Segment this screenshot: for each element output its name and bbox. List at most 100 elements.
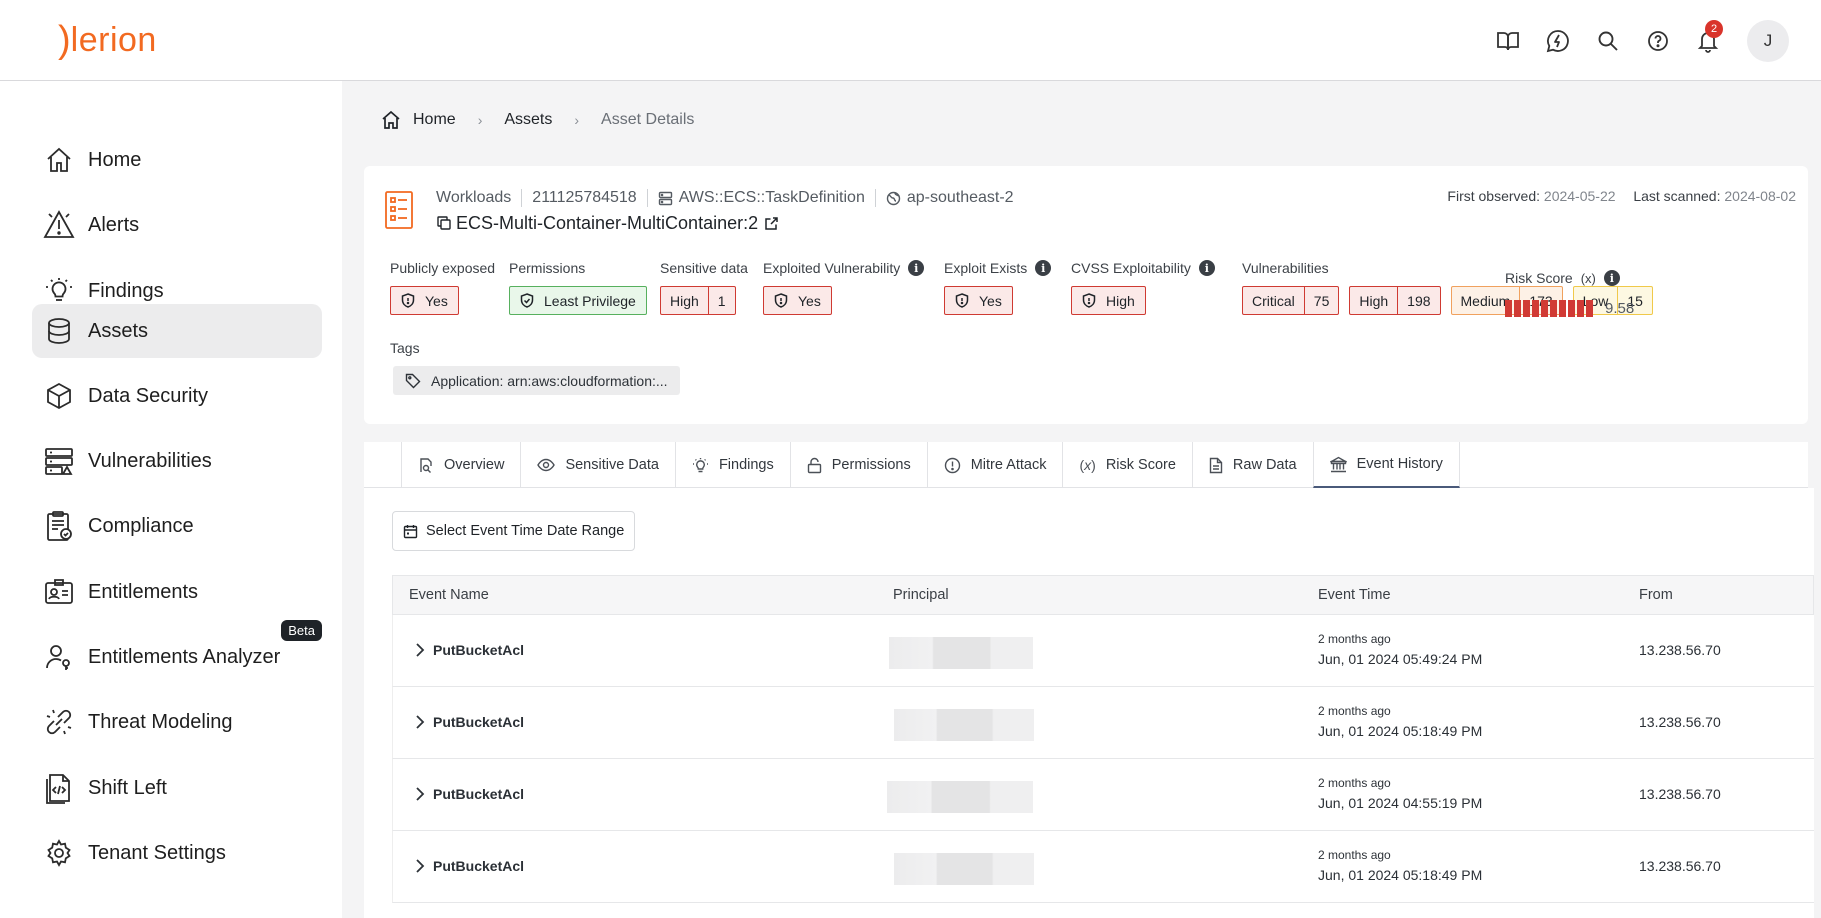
tab-label: Mitre Attack: [970, 457, 1047, 473]
sidebar-item-compliance[interactable]: Compliance: [32, 499, 322, 553]
date-range-button[interactable]: Select Event Time Date Range: [392, 511, 636, 551]
table-row[interactable]: PutBucketAcl 2 months ago Jun, 01 2024 0…: [392, 687, 1814, 759]
info-icon[interactable]: i: [1035, 260, 1052, 276]
tab-label: Findings: [718, 457, 774, 473]
breadcrumb: Home › Assets › Asset Details: [381, 108, 694, 132]
search-icon[interactable]: [1583, 18, 1633, 64]
formula-icon[interactable]: (x): [1581, 271, 1596, 286]
home-icon: [42, 143, 76, 177]
external-link-icon[interactable]: [764, 216, 779, 231]
event-name: PutBucketAcl: [433, 642, 525, 658]
source-ip: 13.238.56.70: [1639, 714, 1721, 730]
tag-chip[interactable]: Application: arn:aws:cloudformation:...: [393, 366, 680, 395]
docs-book-icon[interactable]: [1483, 18, 1533, 64]
chevron-right-icon[interactable]: [415, 643, 425, 662]
id-card-icon: [42, 575, 76, 609]
sidebar-item-home[interactable]: Home: [32, 133, 322, 187]
risk-segment: [1559, 300, 1566, 317]
tab-overview[interactable]: Overview: [401, 442, 520, 488]
asset-summary-card: Workloads 211125784518 AWS::ECS::TaskDef…: [364, 166, 1808, 424]
first-observed-value: 2024-05-22: [1543, 188, 1616, 204]
server-icon: [42, 444, 76, 478]
tab-mitre-attack[interactable]: Mitre Attack: [926, 442, 1063, 488]
event-time-relative: 2 months ago: [1318, 848, 1391, 862]
risk-segment: [1505, 300, 1512, 317]
severity-count: 75: [1303, 287, 1339, 314]
table-row[interactable]: PutBucketAcl 2 months ago Jun, 01 2024 0…: [392, 615, 1814, 687]
plerion-logo[interactable]: ) lerion: [58, 20, 157, 60]
last-scanned-value: 2024-08-02: [1724, 188, 1796, 204]
sidebar-item-alerts[interactable]: Alerts: [32, 198, 322, 252]
risk-segment: [1577, 300, 1584, 317]
sidebar-item-vulnerabilities[interactable]: Vulnerabilities: [32, 434, 322, 488]
facet-label: Permissions: [509, 260, 586, 276]
help-icon[interactable]: [1633, 18, 1683, 64]
source-ip: 13.238.56.70: [1639, 858, 1721, 874]
tab-label: Event History: [1356, 456, 1443, 472]
info-icon[interactable]: i: [1198, 260, 1215, 276]
event-time-absolute: Jun, 01 2024 05:18:49 PM: [1318, 723, 1483, 739]
cube-icon: [42, 379, 76, 413]
sensitive-data-level: High: [670, 292, 699, 309]
sidebar-item-shift-left[interactable]: Shift Left: [32, 761, 322, 815]
sidebar-item-data-security[interactable]: Data Security: [32, 369, 322, 423]
alert-icon: [42, 208, 76, 242]
chevron-right-icon[interactable]: [415, 859, 425, 878]
tab-sensitive-data[interactable]: Sensitive Data: [520, 442, 675, 488]
sidebar-item-tenant-settings[interactable]: Tenant Settings: [32, 826, 322, 880]
sidebar-item-label: Findings: [88, 279, 164, 302]
column-header-event-name[interactable]: Event Name: [409, 587, 489, 603]
home-icon[interactable]: [381, 110, 401, 130]
breadcrumb-home[interactable]: Home: [413, 111, 456, 129]
facet-label-text: CVSS Exploitability: [1071, 260, 1191, 276]
facet-sensitive-data: Sensitive data High 1: [660, 258, 748, 315]
chevron-right-icon[interactable]: [415, 715, 425, 734]
column-header-event-time[interactable]: Event Time: [1318, 587, 1391, 603]
chevron-right-icon: ›: [574, 112, 580, 128]
vuln-high-badge[interactable]: High 198: [1349, 286, 1441, 315]
event-name: PutBucketAcl: [433, 858, 525, 874]
notifications-bell-icon[interactable]: 2: [1683, 18, 1733, 64]
chevron-right-icon[interactable]: [415, 787, 425, 806]
table-row[interactable]: PutBucketAcl 2 months ago Jun, 01 2024 0…: [392, 831, 1814, 903]
sidebar-item-threat-modeling[interactable]: Threat Modeling: [32, 695, 322, 749]
risk-segment: [1586, 300, 1593, 317]
shield-icon: [1082, 293, 1096, 308]
sidebar-item-label: Data Security: [88, 384, 209, 407]
facet-label-text: Exploit Exists: [944, 260, 1028, 276]
sidebar-item-entitlements[interactable]: Entitlements: [32, 565, 322, 619]
bank-icon: [1329, 456, 1347, 473]
asset-name-row: ECS-Multi-Container-MultiContainer:2: [436, 210, 779, 236]
chat-bolt-icon[interactable]: [1533, 18, 1583, 64]
tab-permissions[interactable]: Permissions: [789, 442, 927, 488]
tab-risk-score[interactable]: (x) Risk Score: [1062, 442, 1191, 488]
gear-icon: [42, 836, 76, 870]
file-icon: [1209, 457, 1223, 474]
sidebar-item-entitlements-analyzer[interactable]: Entitlements Analyzer Beta: [32, 620, 322, 684]
tab-label: Raw Data: [1232, 457, 1297, 473]
sidebar-item-label: Tenant Settings: [88, 841, 226, 864]
divider: [521, 189, 523, 207]
severity-label: Critical: [1252, 292, 1295, 309]
tab-raw-data[interactable]: Raw Data: [1191, 442, 1313, 488]
vuln-critical-badge[interactable]: Critical 75: [1242, 286, 1340, 315]
sidebar-item-label: Shift Left: [88, 776, 167, 799]
event-name: PutBucketAcl: [433, 786, 525, 802]
column-header-principal[interactable]: Principal: [893, 587, 949, 603]
badge-value: Yes: [798, 292, 821, 309]
cvss-exploitability-badge: High: [1071, 286, 1146, 315]
breadcrumb-assets[interactable]: Assets: [504, 111, 552, 129]
info-icon[interactable]: i: [1603, 270, 1620, 286]
facet-permissions: Permissions Least Privilege: [509, 258, 647, 315]
sidebar-item-assets[interactable]: Assets: [32, 304, 322, 358]
info-icon[interactable]: i: [908, 260, 925, 276]
logo-text: lerion: [70, 20, 157, 59]
copy-icon[interactable]: [436, 215, 452, 231]
user-avatar[interactable]: J: [1747, 20, 1789, 62]
tab-findings[interactable]: Findings: [674, 442, 790, 488]
event-name: PutBucketAcl: [433, 714, 525, 730]
column-header-from[interactable]: From: [1639, 587, 1673, 603]
table-row[interactable]: PutBucketAcl 2 months ago Jun, 01 2024 0…: [392, 759, 1814, 831]
shield-icon: [774, 293, 788, 308]
tab-event-history[interactable]: Event History: [1312, 442, 1460, 488]
